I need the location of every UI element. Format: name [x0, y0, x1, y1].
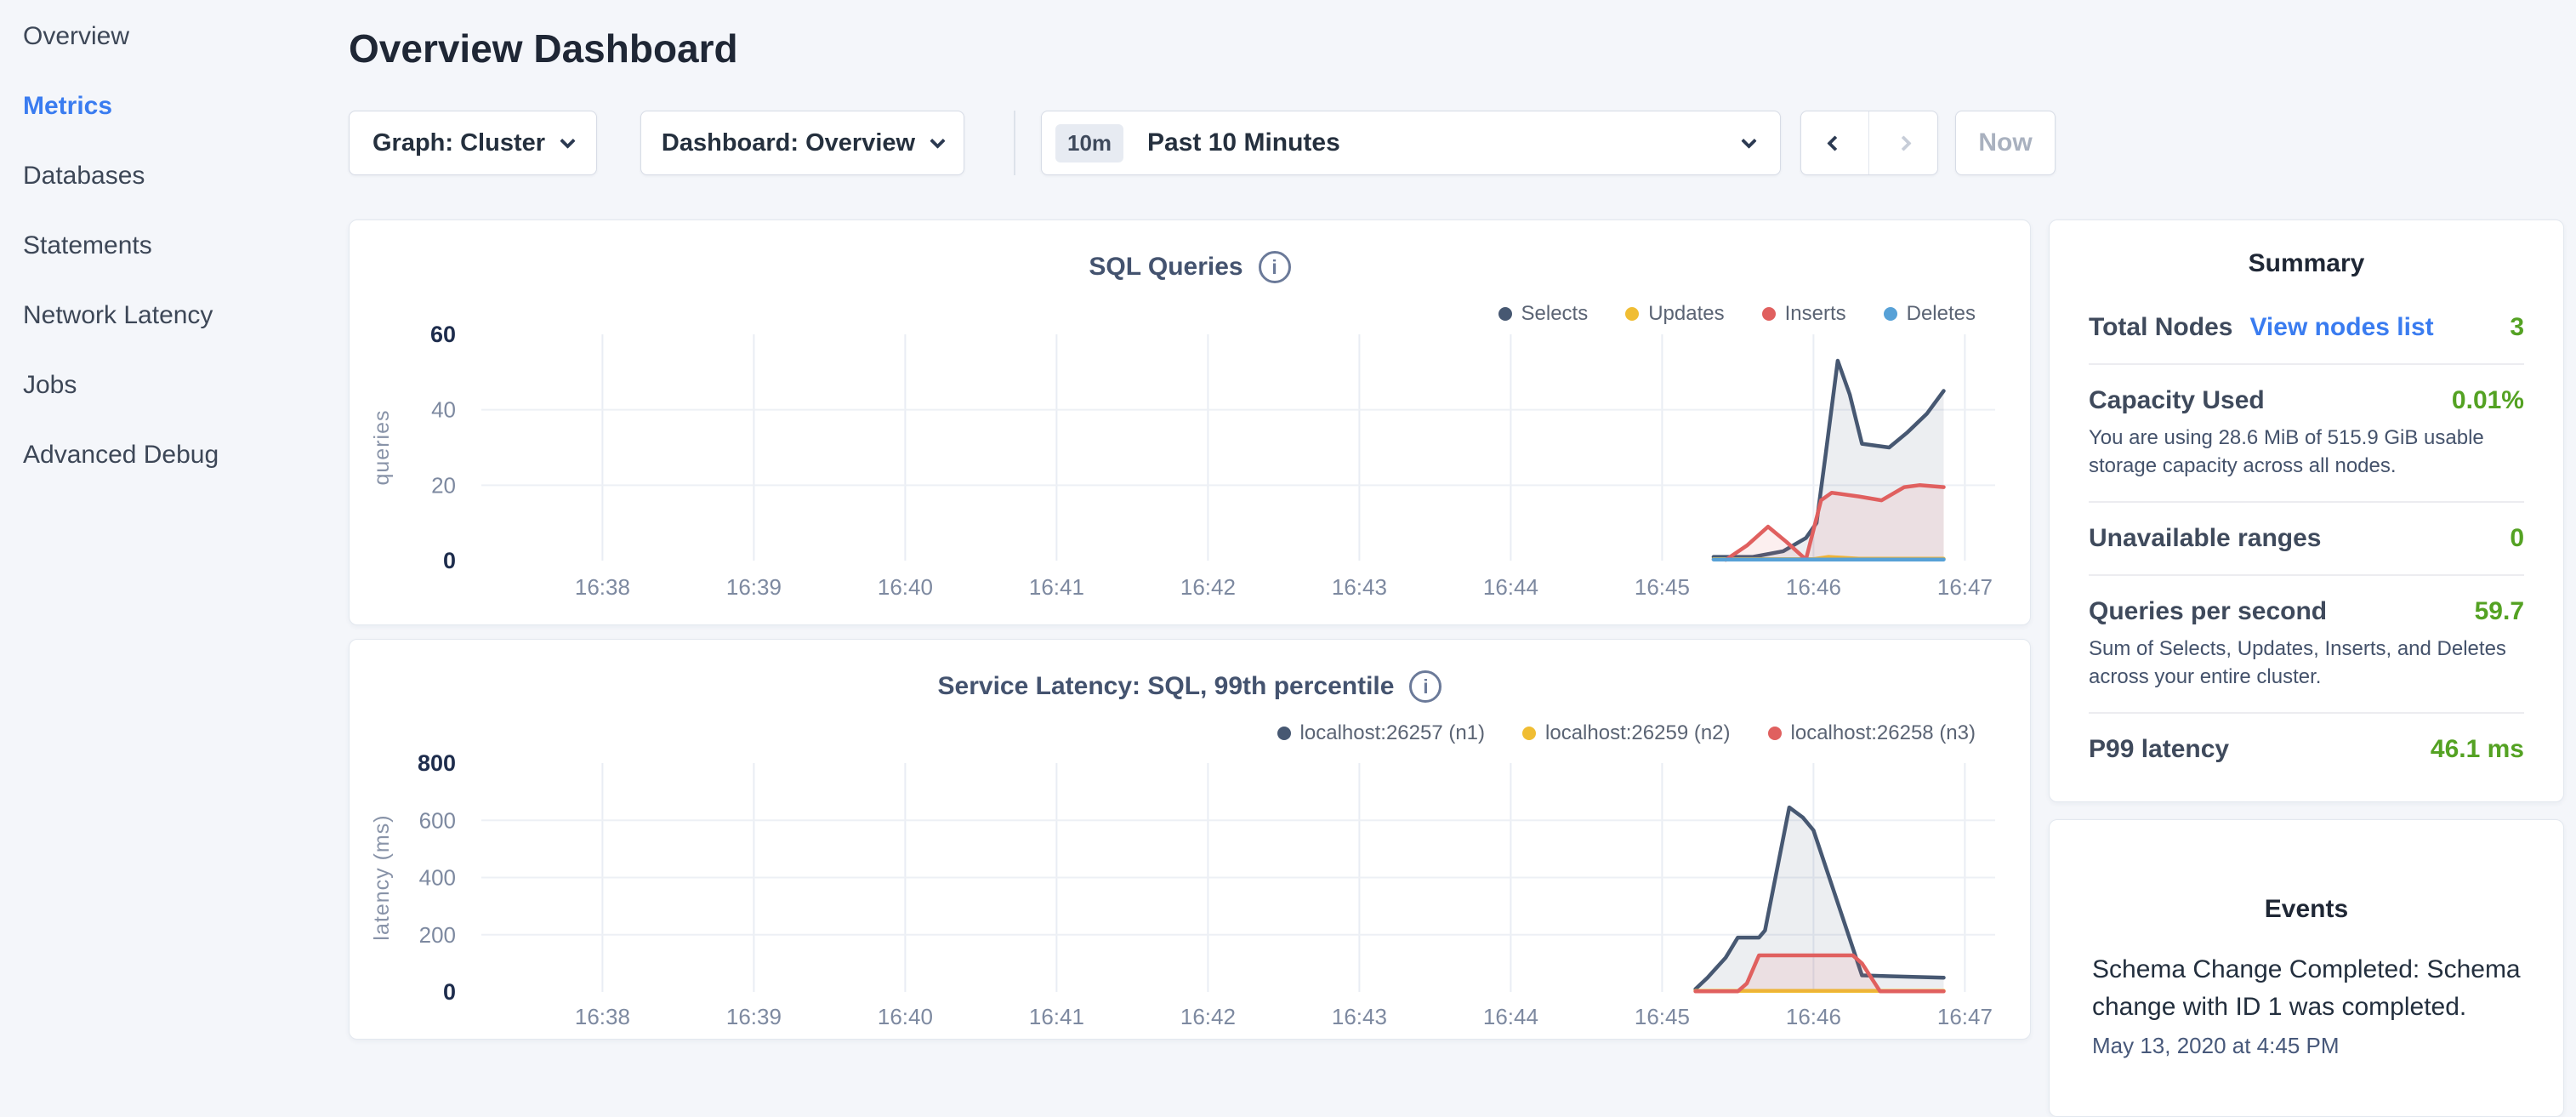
summary-row-p99-latency: P99 latency 46.1 ms — [2089, 712, 2524, 785]
svg-text:16:39: 16:39 — [726, 1004, 782, 1029]
chevron-down-icon — [1741, 133, 1756, 148]
sidebar-item-statements[interactable]: Statements — [0, 211, 340, 281]
svg-text:16:42: 16:42 — [1180, 574, 1236, 600]
toolbar: Graph: Cluster Dashboard: Overview 10m P… — [349, 111, 2033, 175]
sidebar-item-jobs[interactable]: Jobs — [0, 350, 340, 420]
summary-row-label: Capacity Used — [2089, 386, 2265, 415]
sidebar-nav: Overview Metrics Databases Statements Ne… — [0, 0, 340, 490]
svg-text:queries: queries — [370, 410, 394, 486]
time-step-forward-button[interactable] — [1869, 111, 1937, 174]
summary-rows: Total Nodes View nodes list 3 Capacity U… — [2089, 292, 2524, 785]
time-window-badge: 10m — [1055, 124, 1123, 162]
sql-queries-plot[interactable]: 16:38 16:39 16:40 16:41 16:42 16:43 16:44 16:45… — [350, 220, 2030, 624]
right-sidebar: Summary Total Nodes View nodes list 3 Ca… — [2049, 219, 2564, 1117]
summary-title: Summary — [2089, 249, 2524, 278]
svg-text:16:44: 16:44 — [1483, 1004, 1538, 1029]
svg-text:16:45: 16:45 — [1635, 1004, 1690, 1029]
view-nodes-list-link[interactable]: View nodes list — [2249, 313, 2433, 342]
summary-row-queries-per-second: Queries per second 59.7 Sum of Selects, … — [2089, 574, 2524, 712]
now-button[interactable]: Now — [1955, 111, 2056, 175]
svg-text:16:46: 16:46 — [1786, 1004, 1841, 1029]
svg-text:20: 20 — [431, 472, 456, 498]
summary-row-label: Total Nodes — [2089, 313, 2232, 342]
graph-scope-dropdown[interactable]: Graph: Cluster — [349, 111, 597, 175]
summary-row-value: 59.7 — [2475, 597, 2524, 626]
time-step-back-button[interactable] — [1801, 111, 1869, 174]
svg-text:16:38: 16:38 — [575, 1004, 630, 1029]
svg-text:16:40: 16:40 — [878, 574, 933, 600]
summary-panel: Summary Total Nodes View nodes list 3 Ca… — [2049, 219, 2564, 802]
svg-text:16:44: 16:44 — [1483, 574, 1538, 600]
svg-text:16:43: 16:43 — [1332, 574, 1387, 600]
summary-row-value: 3 — [2510, 313, 2524, 342]
sidebar-item-overview[interactable]: Overview — [0, 2, 340, 71]
overview-dashboard-page: { "header": { "title": "Overview Dashboa… — [0, 0, 2576, 1051]
svg-text:16:40: 16:40 — [878, 1004, 933, 1029]
svg-text:600: 600 — [419, 807, 456, 833]
service-latency-chart-card: Service Latency: SQL, 99th percentile i … — [349, 639, 2031, 1040]
dashboard-dropdown[interactable]: Dashboard: Overview — [640, 111, 964, 175]
toolbar-divider — [1014, 111, 1015, 175]
svg-text:16:41: 16:41 — [1029, 1004, 1084, 1029]
summary-row-value: 46.1 ms — [2431, 735, 2524, 764]
summary-row-description: Sum of Selects, Updates, Inserts, and De… — [2089, 635, 2524, 691]
service-latency-plot[interactable]: 16:38 16:39 16:40 16:41 16:42 16:43 16:44 16:45… — [350, 640, 2030, 1039]
summary-row-total-nodes: Total Nodes View nodes list 3 — [2089, 292, 2524, 363]
svg-text:16:47: 16:47 — [1937, 574, 1993, 600]
summary-row-unavailable-ranges: Unavailable ranges 0 — [2089, 501, 2524, 574]
event-timestamp: May 13, 2020 at 4:45 PM — [2092, 1033, 2521, 1059]
svg-text:16:47: 16:47 — [1937, 1004, 1993, 1029]
graph-scope-label: Graph: Cluster — [372, 129, 545, 157]
svg-text:16:39: 16:39 — [726, 574, 782, 600]
svg-text:800: 800 — [418, 750, 456, 776]
page-title: Overview Dashboard — [349, 22, 2033, 75]
summary-row-capacity-used: Capacity Used 0.01% You are using 28.6 M… — [2089, 363, 2524, 501]
svg-text:16:46: 16:46 — [1786, 574, 1841, 600]
sidebar-item-network-latency[interactable]: Network Latency — [0, 281, 340, 350]
summary-row-value: 0 — [2510, 524, 2524, 553]
dashboard-label: Dashboard: Overview — [662, 129, 915, 157]
svg-text:200: 200 — [419, 922, 456, 948]
svg-text:16:45: 16:45 — [1635, 574, 1690, 600]
summary-row-label: Unavailable ranges — [2089, 524, 2321, 553]
time-window-label: Past 10 Minutes — [1147, 128, 1743, 157]
chevron-down-icon — [930, 133, 945, 148]
sql-queries-chart-card: SQL Queries i SelectsUpdatesInsertsDelet… — [349, 219, 2031, 625]
svg-text:latency (ms): latency (ms) — [370, 814, 394, 940]
time-step-buttons — [1800, 111, 1938, 175]
svg-text:60: 60 — [430, 322, 456, 347]
sidebar-item-databases[interactable]: Databases — [0, 141, 340, 211]
svg-text:16:41: 16:41 — [1029, 574, 1084, 600]
summary-row-label: P99 latency — [2089, 735, 2229, 764]
svg-text:0: 0 — [443, 979, 456, 1005]
chevron-down-icon — [560, 133, 575, 148]
summary-row-description: You are using 28.6 MiB of 515.9 GiB usab… — [2089, 424, 2524, 480]
sidebar-item-advanced-debug[interactable]: Advanced Debug — [0, 420, 340, 490]
summary-row-label: Queries per second — [2089, 597, 2327, 626]
svg-text:0: 0 — [443, 548, 456, 573]
svg-text:16:42: 16:42 — [1180, 1004, 1236, 1029]
main-content: Overview Dashboard Graph: Cluster Dashbo… — [349, 0, 2033, 75]
summary-row-value: 0.01% — [2452, 386, 2524, 415]
svg-text:16:43: 16:43 — [1332, 1004, 1387, 1029]
time-range-dropdown[interactable]: 10m Past 10 Minutes — [1041, 111, 1781, 175]
svg-text:16:38: 16:38 — [575, 574, 630, 600]
event-message: Schema Change Completed: Schema change w… — [2092, 951, 2521, 1026]
svg-text:40: 40 — [431, 397, 456, 423]
chevron-right-icon — [1896, 135, 1911, 151]
chevron-left-icon — [1827, 135, 1842, 151]
sidebar-item-metrics[interactable]: Metrics — [0, 71, 340, 141]
events-panel: Events Schema Change Completed: Schema c… — [2049, 819, 2564, 1117]
svg-text:400: 400 — [419, 865, 456, 891]
events-title: Events — [2092, 895, 2521, 924]
